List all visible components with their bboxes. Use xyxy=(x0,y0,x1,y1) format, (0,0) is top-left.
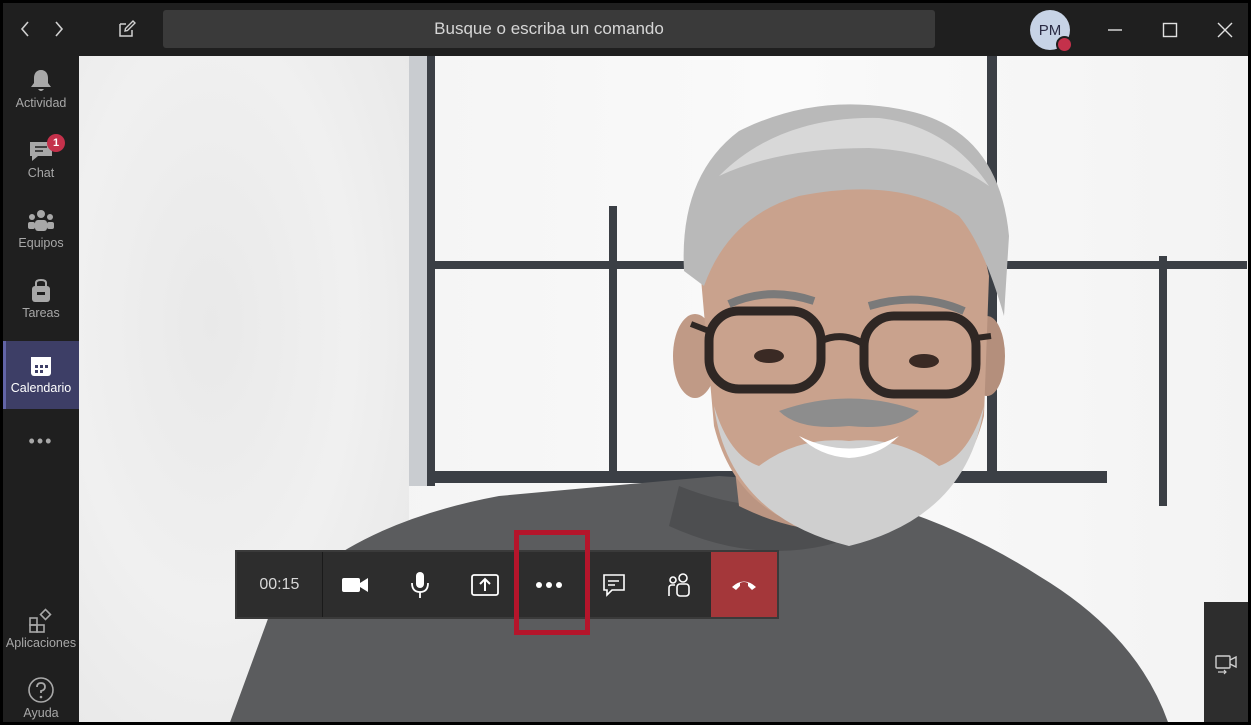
chevron-left-icon xyxy=(20,21,29,37)
rail-label: Tareas xyxy=(22,306,60,320)
participants-button[interactable] xyxy=(647,552,712,617)
call-controls: 00:15 xyxy=(235,550,779,619)
minimize-icon xyxy=(1108,29,1122,31)
apps-icon xyxy=(29,608,52,633)
participant-video xyxy=(230,104,1168,722)
close-button[interactable] xyxy=(1210,15,1240,45)
share-screen-button[interactable] xyxy=(452,552,517,617)
app-rail: Actividad Chat 1 Equipos Tareas Calendar… xyxy=(3,56,79,722)
microphone-toggle-button[interactable] xyxy=(387,552,452,617)
maximize-icon xyxy=(1162,22,1178,38)
compose-icon xyxy=(119,20,136,37)
back-button[interactable] xyxy=(13,17,37,41)
camera-toggle-button[interactable] xyxy=(323,552,388,617)
help-icon xyxy=(28,677,54,703)
video-camera-icon xyxy=(342,577,369,592)
maximize-button[interactable] xyxy=(1155,15,1185,45)
rail-item-tareas[interactable]: Tareas xyxy=(3,266,79,334)
chevron-right-icon xyxy=(55,21,64,37)
chat-icon xyxy=(603,573,625,597)
close-icon xyxy=(1217,22,1233,38)
teams-window: Busque o escriba un comando PM Actividad… xyxy=(0,0,1251,725)
video-stage xyxy=(79,56,1248,722)
rail-label: Equipos xyxy=(18,236,64,250)
conversation-button[interactable] xyxy=(582,552,647,617)
highlight-box xyxy=(514,530,590,635)
rail-label: Chat xyxy=(27,166,55,180)
rail-label: Ayuda xyxy=(23,706,59,720)
tasks-icon xyxy=(32,278,50,302)
minimize-button[interactable] xyxy=(1100,15,1130,45)
participants-icon xyxy=(668,572,690,597)
rail-item-actividad[interactable]: Actividad xyxy=(3,56,79,124)
more-dots-icon: ••• xyxy=(28,430,54,451)
teams-icon xyxy=(28,210,54,231)
hang-up-button[interactable] xyxy=(711,552,778,617)
title-bar: Busque o escriba un comando PM xyxy=(3,3,1248,56)
rail-item-equipos[interactable]: Equipos xyxy=(3,196,79,264)
more-apps-button[interactable]: ••• xyxy=(3,421,79,461)
compose-button[interactable] xyxy=(115,17,139,41)
chat-badge: 1 xyxy=(47,134,65,152)
status-indicator xyxy=(1056,36,1073,53)
rail-item-chat[interactable]: Chat 1 xyxy=(3,126,79,194)
microphone-icon xyxy=(410,571,429,598)
rail-item-aplicaciones[interactable]: Aplicaciones xyxy=(3,596,79,664)
rail-label: Aplicaciones xyxy=(5,636,77,650)
bell-icon xyxy=(31,70,51,91)
rail-label: Actividad xyxy=(15,96,67,110)
calendar-icon xyxy=(31,357,51,376)
share-screen-icon xyxy=(470,573,499,596)
search-input[interactable]: Busque o escriba un comando xyxy=(163,10,935,48)
forward-button[interactable] xyxy=(47,17,71,41)
video-switch-icon xyxy=(1215,654,1237,674)
rail-item-ayuda[interactable]: Ayuda xyxy=(3,664,79,722)
rail-item-calendario[interactable]: Calendario xyxy=(3,341,79,409)
phone-hangup-icon xyxy=(732,581,757,590)
rail-label: Calendario xyxy=(10,381,72,395)
call-timer: 00:15 xyxy=(237,552,323,617)
camera-switch-button[interactable] xyxy=(1204,602,1248,722)
